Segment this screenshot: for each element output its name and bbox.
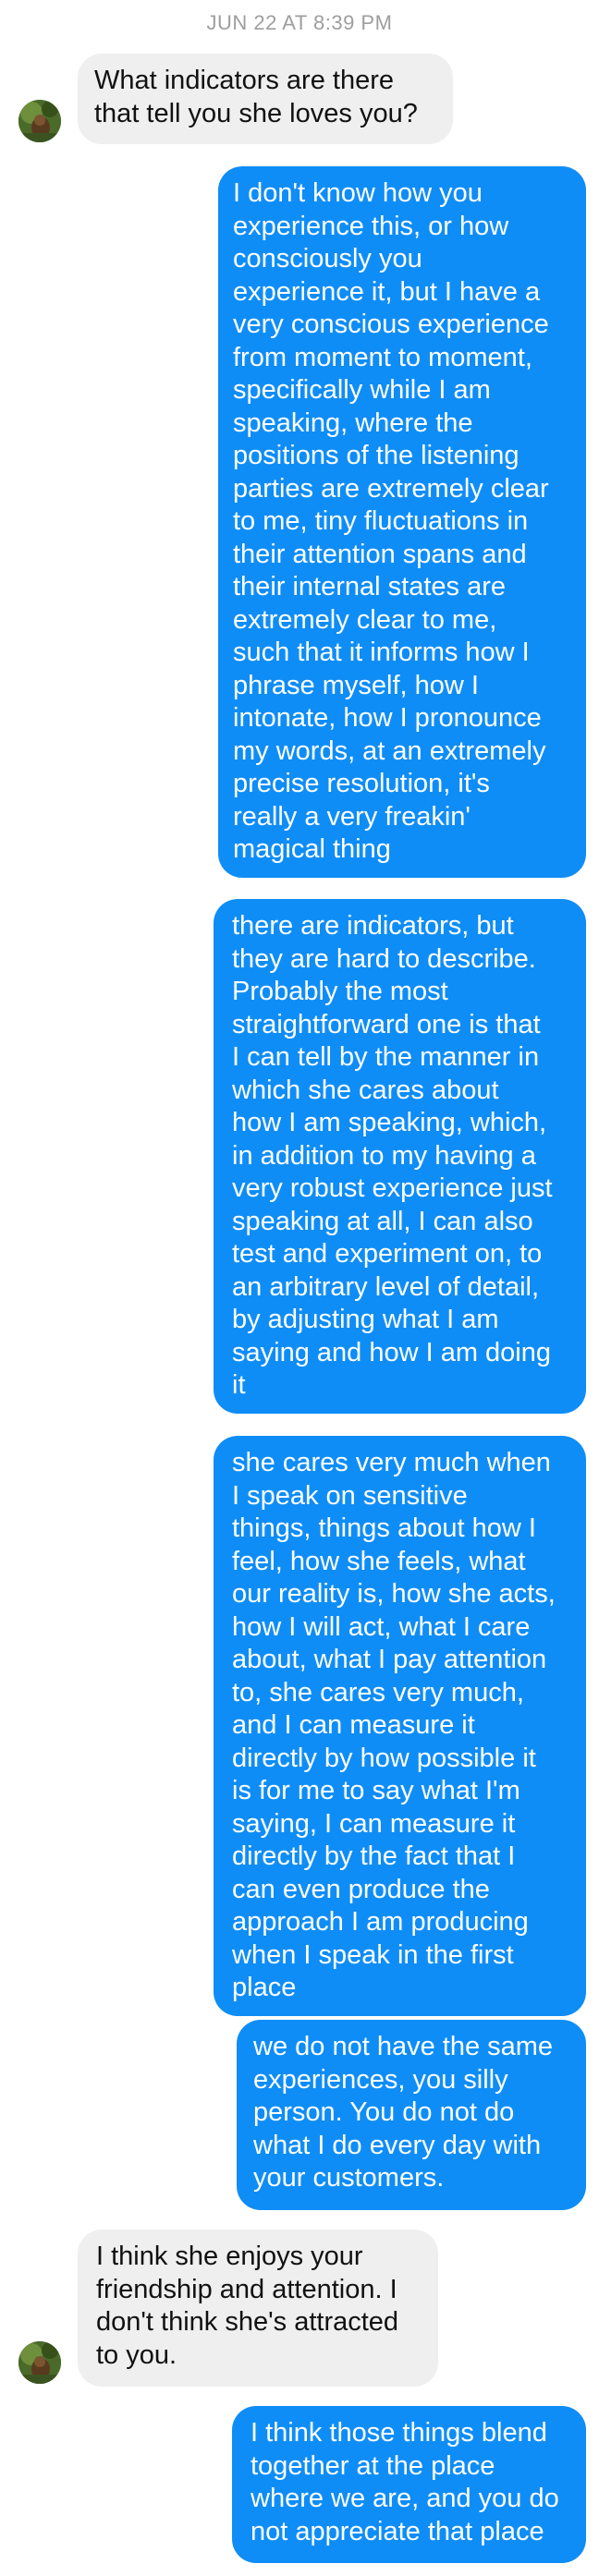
message-bubble-outgoing[interactable]: we do not have the same experiences, you… <box>237 2020 586 2210</box>
message-bubble-outgoing[interactable]: there are indicators, but they are hard … <box>214 899 586 1414</box>
contact-avatar[interactable] <box>18 2341 61 2384</box>
message-bubble-outgoing[interactable]: I think those things blend together at t… <box>232 2406 586 2563</box>
thread-timestamp: JUN 22 AT 8:39 PM <box>206 11 393 34</box>
contact-avatar-photo-icon <box>18 2341 61 2384</box>
message-bubble-incoming[interactable]: What indicators are there that tell you … <box>78 54 453 144</box>
contact-avatar[interactable] <box>18 100 61 142</box>
message-bubble-outgoing[interactable]: she cares very much when I speak on sens… <box>214 1436 586 2016</box>
contact-avatar-photo-icon <box>18 100 61 142</box>
message-bubble-incoming[interactable]: I think she enjoys your friendship and a… <box>78 2230 438 2387</box>
message-bubble-outgoing[interactable]: I don't know how you experience this, or… <box>218 166 586 878</box>
